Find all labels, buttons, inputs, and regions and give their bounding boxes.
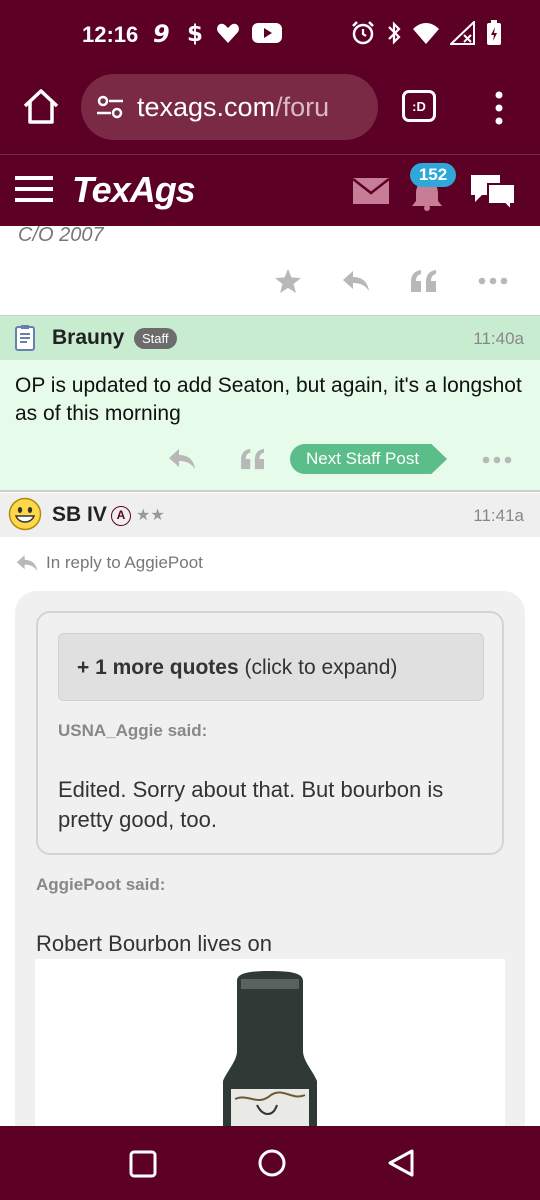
mail-icon[interactable] <box>352 177 390 205</box>
quote-icon[interactable] <box>240 448 266 470</box>
reply-icon <box>16 555 38 571</box>
home-circle-icon[interactable] <box>257 1148 287 1178</box>
battery-icon <box>487 20 501 45</box>
back-icon[interactable] <box>386 1148 416 1178</box>
post-time: 11:41a <box>473 506 524 525</box>
url-domain: texags.com <box>137 91 276 122</box>
alarm-icon <box>352 21 374 45</box>
staff-badge: Staff <box>134 328 177 349</box>
recent-apps-icon[interactable] <box>129 1150 157 1178</box>
status-bar: 12:16 9 $ <box>0 0 540 72</box>
svg-text:$: $ <box>187 21 203 46</box>
quote-author[interactable]: AggiePoot said: <box>36 875 165 895</box>
affiliation-badge: A <box>111 506 131 526</box>
reply-icon[interactable] <box>342 270 370 292</box>
home-icon[interactable] <box>20 86 62 128</box>
inner-quote: + 1 more quotes (click to expand) USNA_A… <box>36 611 504 855</box>
status-right-icons <box>350 20 502 46</box>
post-header: Brauny Staff 11:40a <box>0 316 540 360</box>
status-time: 12:16 <box>82 22 139 47</box>
site-settings-icon[interactable] <box>95 92 125 122</box>
staff-post: Brauny Staff 11:40a OP is updated to add… <box>0 316 540 492</box>
in-reply-to-text: In reply to AggiePoot <box>46 553 203 572</box>
expand-hint: (click to expand) <box>238 656 398 679</box>
post-actions <box>168 448 266 470</box>
tab-switcher-button[interactable]: :D <box>402 90 436 122</box>
expand-count: + 1 more quotes <box>77 656 239 679</box>
chat-bubbles-icon[interactable] <box>468 171 518 211</box>
bluetooth-icon <box>388 21 401 45</box>
site-header: TexAgs 152 <box>0 154 540 226</box>
next-staff-post-button[interactable]: Next Staff Post <box>290 444 448 474</box>
url-path: /foru <box>275 91 330 122</box>
quote-text: Robert Bourbon lives on <box>36 931 273 956</box>
rating-stars: ★★ <box>136 507 165 524</box>
dollar-icon: $ <box>187 21 203 46</box>
quote-text: Edited. Sorry about that. But bourbon is… <box>58 777 444 832</box>
previous-post: C/O 2007 <box>0 226 540 316</box>
expand-quotes-button[interactable]: + 1 more quotes (click to expand) <box>58 633 484 701</box>
post-time: 11:40a <box>473 329 524 348</box>
bourbon-bottle-image[interactable] <box>35 959 505 1126</box>
star-icon[interactable] <box>274 268 302 294</box>
reply-post: SB IV A ★★ 11:41a In reply to AggiePoot … <box>0 493 540 1126</box>
staff-post-icon <box>15 325 35 351</box>
carrier-9-icon: 9 <box>153 21 170 45</box>
post-actions <box>274 268 508 294</box>
url-text: texags.com/foru <box>137 92 329 123</box>
post-header: SB IV A ★★ 11:41a <box>0 493 540 537</box>
svg-text:9: 9 <box>153 21 170 45</box>
youtube-icon <box>252 23 282 43</box>
post-username[interactable]: SB IV <box>52 503 107 527</box>
post-username[interactable]: Brauny <box>52 326 124 350</box>
notification-count-badge[interactable]: 152 <box>410 163 456 187</box>
bottle-graphic <box>35 959 505 1126</box>
more-menu-icon[interactable] <box>488 88 510 128</box>
thread-content[interactable]: C/O 2007 Brauny Staff 11:40a OP is updat… <box>0 226 540 1126</box>
signal-icon <box>450 21 475 45</box>
outer-quote: + 1 more quotes (click to expand) USNA_A… <box>15 591 525 1126</box>
hamburger-menu-icon[interactable] <box>15 174 53 204</box>
site-logo[interactable]: TexAgs <box>72 169 196 211</box>
status-left-icons: 9 $ <box>152 20 282 46</box>
reply-icon[interactable] <box>168 448 196 470</box>
post-body: OP is updated to add Seaton, but again, … <box>15 374 522 425</box>
in-reply-to-link[interactable]: In reply to AggiePoot <box>16 553 203 573</box>
more-options-icon[interactable] <box>478 276 508 286</box>
browser-toolbar: texags.com/foru :D <box>0 72 540 154</box>
address-bar[interactable]: texags.com/foru <box>81 74 378 140</box>
heart-icon <box>217 23 239 43</box>
smiley-avatar-icon[interactable] <box>8 497 42 531</box>
quote-icon[interactable] <box>410 269 438 293</box>
quote-author[interactable]: USNA_Aggie said: <box>58 721 207 741</box>
system-nav-bar <box>0 1126 540 1200</box>
post-signature: C/O 2007 <box>18 226 104 246</box>
wifi-icon <box>413 23 439 44</box>
more-options-icon[interactable] <box>482 455 512 465</box>
